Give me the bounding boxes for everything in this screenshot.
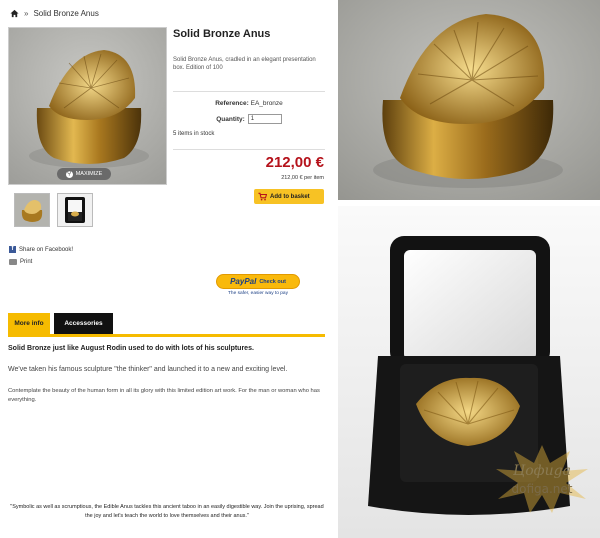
quantity-input[interactable]: 1 xyxy=(247,114,282,124)
tab-accessories[interactable]: Accessories xyxy=(54,313,113,334)
content-detail: Contemplate the beauty of the human form… xyxy=(8,388,320,403)
home-icon[interactable] xyxy=(10,9,19,18)
add-to-basket-label: Add to basket xyxy=(270,193,310,200)
quantity-label: Quantity: xyxy=(216,115,245,123)
content-paragraph: We've taken his famous sculpture "the th… xyxy=(8,366,288,373)
printer-icon xyxy=(9,259,17,265)
content-headline: Solid Bronze just like August Rodin used… xyxy=(8,345,254,352)
stock-status: 5 items in stock xyxy=(173,131,215,137)
facebook-icon: f xyxy=(9,246,16,253)
thumbnail-box[interactable] xyxy=(57,193,93,227)
breadcrumb-current[interactable]: Solid Bronze Anus xyxy=(33,9,98,18)
product-title: Solid Bronze Anus xyxy=(173,28,271,40)
maximize-label: MAXIMIZE xyxy=(75,171,103,177)
share-facebook-label: Share on Facebook! xyxy=(19,246,74,253)
paypal-checkout-label: Check out xyxy=(259,278,286,285)
watermark-logo: Цофиgа dofiga.net xyxy=(490,443,594,515)
tab-more-info[interactable]: More info xyxy=(8,313,50,334)
unit-price: 212,00 € per item xyxy=(281,175,324,181)
magnifier-icon: ⚲ xyxy=(65,170,73,178)
divider xyxy=(173,91,325,92)
tab-bar: More info Accessories xyxy=(8,313,325,337)
paypal-logo: PayPal xyxy=(230,277,257,286)
product-main-image[interactable] xyxy=(8,27,167,185)
paypal-caption: The safer, easier way to pay xyxy=(228,291,288,296)
add-to-basket-button[interactable]: Add to basket xyxy=(254,189,324,204)
breadcrumb-separator: » xyxy=(24,9,29,18)
reference-value: EA_bronze xyxy=(250,100,283,107)
product-page: » Solid Bronze Anus ⚲ MAXIMIZE Solid Bro… xyxy=(0,0,334,538)
product-description: Solid Bronze Anus, cradled in an elegant… xyxy=(173,57,316,71)
watermark-text-1: Цофиgа xyxy=(513,463,571,479)
quantity-row: Quantity: 1 xyxy=(173,114,325,124)
breadcrumb: » Solid Bronze Anus xyxy=(10,9,99,18)
reference-row: Reference: EA_bronze xyxy=(173,100,325,107)
watermark-text-2: dofiga.net xyxy=(512,482,573,496)
divider xyxy=(173,149,325,150)
cart-icon xyxy=(258,192,267,201)
share-facebook-link[interactable]: f Share on Facebook! xyxy=(9,246,73,253)
print-label: Print xyxy=(20,259,33,265)
maximize-button[interactable]: ⚲ MAXIMIZE xyxy=(57,168,111,180)
paypal-checkout-button[interactable]: PayPal Check out xyxy=(216,274,300,289)
print-link[interactable]: Print xyxy=(9,259,32,265)
photo-ring-closeup xyxy=(338,0,600,200)
price: 212,00 € xyxy=(265,154,324,171)
reference-label: Reference: xyxy=(215,100,249,107)
content-quote: "Symbolic as well as scrumptious, the Ed… xyxy=(10,504,324,519)
thumbnail-ring[interactable] xyxy=(14,193,50,227)
